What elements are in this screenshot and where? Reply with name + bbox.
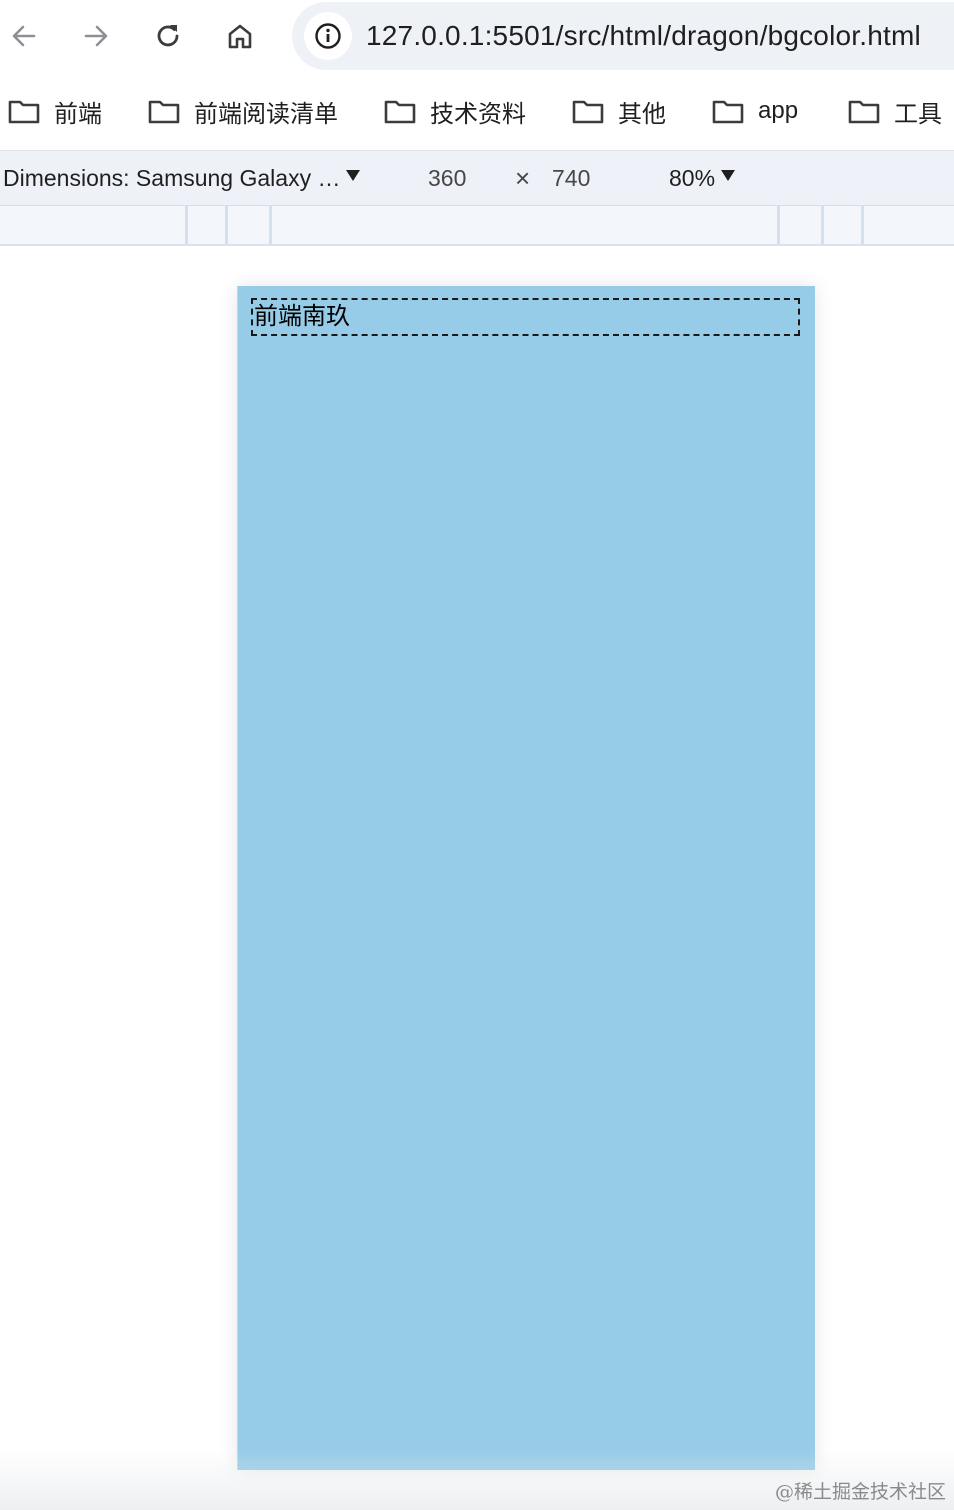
bookmark-folder[interactable]: 技术资料 [384, 94, 526, 128]
viewport-area: 前端南玖 [0, 246, 954, 1510]
bookmark-folder[interactable]: 其他 [572, 94, 666, 128]
device-screen: 前端南玖 [237, 286, 815, 1470]
zoom-select[interactable]: 80% [669, 164, 736, 192]
reload-button[interactable] [148, 16, 188, 56]
zoom-label: 80% [669, 165, 716, 191]
folder-icon [148, 100, 180, 124]
bookmark-label: 技术资料 [430, 100, 526, 128]
forward-button[interactable] [76, 16, 116, 56]
media-query-ruler [0, 206, 954, 246]
bookmark-label: app [758, 97, 799, 124]
demo-box-text: 前端南玖 [254, 303, 350, 330]
url-text[interactable]: 127.0.0.1:5501/src/html/dragon/bgcolor.h… [366, 18, 921, 54]
height-input[interactable]: 740 [552, 164, 590, 192]
home-button[interactable] [220, 16, 260, 56]
demo-box: 前端南玖 [251, 298, 800, 336]
bookmarks-bar: 前端 前端阅读清单 技术资料 其他 app 工具 [0, 72, 954, 151]
dropdown-triangle-icon [346, 170, 361, 182]
dimensions-select[interactable]: Dimensions: Samsung Galaxy … [3, 164, 361, 192]
ruler-divider[interactable] [225, 206, 228, 244]
info-icon [315, 23, 341, 49]
arrow-right-icon [84, 25, 108, 47]
dimension-separator: × [515, 163, 531, 193]
bookmark-label: 其他 [618, 100, 666, 128]
navigation-bar: 127.0.0.1:5501/src/html/dragon/bgcolor.h… [0, 0, 954, 72]
ruler-divider[interactable] [185, 206, 188, 244]
ruler-divider[interactable] [821, 206, 824, 244]
bookmark-label: 前端 [54, 100, 102, 128]
device-toolbar: Dimensions: Samsung Galaxy … 360 × 740 8… [0, 151, 954, 206]
folder-icon [848, 100, 880, 124]
bookmark-folder[interactable]: 前端阅读清单 [148, 94, 338, 128]
ruler-divider[interactable] [269, 206, 272, 244]
width-input[interactable]: 360 [428, 164, 466, 192]
folder-icon [572, 100, 604, 124]
ruler-divider[interactable] [861, 206, 864, 244]
folder-icon [384, 100, 416, 124]
home-icon [228, 24, 252, 49]
bookmark-folder[interactable]: 前端 [8, 94, 102, 128]
address-bar[interactable]: 127.0.0.1:5501/src/html/dragon/bgcolor.h… [292, 2, 954, 70]
bookmark-folder[interactable]: 工具 [848, 94, 942, 128]
watermark: @稀土掘金技术社区 [774, 1481, 946, 1503]
bookmark-folder[interactable]: app [712, 94, 798, 128]
folder-icon [8, 100, 40, 124]
bookmark-label: 前端阅读清单 [194, 100, 338, 128]
dropdown-triangle-icon [721, 170, 736, 182]
bookmark-label: 工具 [894, 100, 942, 128]
arrow-left-icon [12, 25, 36, 47]
back-button[interactable] [4, 16, 44, 56]
ruler-divider[interactable] [777, 206, 780, 244]
site-info-button[interactable] [304, 12, 352, 60]
dimensions-label: Dimensions: Samsung Galaxy … [3, 165, 341, 191]
folder-icon [712, 100, 744, 124]
reload-icon [157, 25, 179, 47]
